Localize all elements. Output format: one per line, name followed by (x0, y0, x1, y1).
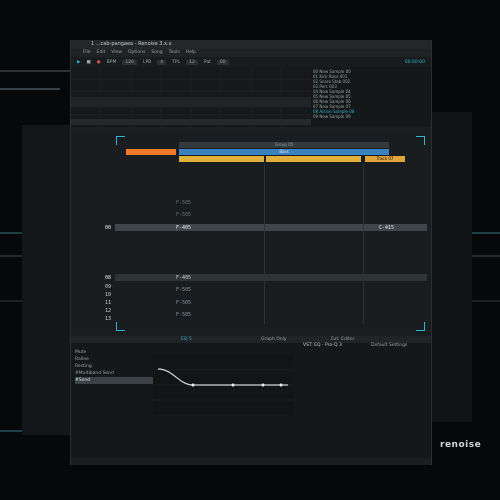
row-number: 12 (105, 308, 112, 314)
dsp-tree-item[interactable]: #Multiband Send (75, 370, 155, 377)
row-number: 13 (105, 316, 112, 322)
tpl-label: TPL (172, 59, 181, 65)
row-number: 10 (105, 292, 112, 298)
stop-icon[interactable]: ■ (86, 60, 90, 65)
track-divider (363, 164, 364, 324)
note-cell[interactable]: F-405 (176, 225, 191, 231)
menu-tools[interactable]: Tools (169, 49, 180, 57)
menu-bar: File Edit View Options Song Tools Help (71, 49, 431, 57)
frame-corner (116, 136, 125, 145)
bpm-label: BPM (106, 59, 117, 65)
right-panel (432, 112, 472, 422)
dsp-panel: Mute Rallee Resting #Multiband Send #Sen… (71, 343, 431, 458)
play-icon[interactable]: ▶ (77, 60, 80, 65)
row-number: 09 (105, 284, 112, 290)
external-editor-button[interactable]: Ext. Editor (331, 337, 354, 342)
note-cell[interactable]: F-405 (176, 275, 191, 281)
menu-options[interactable]: Options (128, 49, 145, 57)
frame-corner (416, 322, 425, 331)
track-header[interactable] (126, 149, 176, 155)
track-name: Bass (279, 149, 289, 154)
graph-mode-select[interactable]: Graph Only (261, 337, 287, 342)
track-header[interactable]: Bass (179, 149, 389, 155)
matrix-grid (71, 67, 311, 127)
sample-list: 00 New Sample 00 01 Kick Rose 001 02 Sna… (311, 67, 431, 127)
preset-select[interactable]: Default Settings (371, 343, 407, 348)
track-dsp-list: Mute Rallee Resting #Multiband Send #Sen… (71, 349, 155, 449)
menu-file[interactable]: File (83, 49, 91, 57)
lpb-field[interactable]: 4 (157, 59, 167, 65)
track-name: Track 07 (376, 156, 394, 161)
transport-toolbar: ▶ ■ ● BPM 120 LPB 4 TPL 12 Pat 00 00:00:… (71, 57, 431, 67)
bg-streak (0, 88, 60, 90)
frame-corner (116, 322, 125, 331)
row-number: 00 (105, 225, 112, 231)
note-cell[interactable]: C-415 (379, 225, 394, 231)
track-header[interactable] (266, 156, 361, 162)
tpl-field[interactable]: 12 (186, 59, 198, 65)
menu-view[interactable]: View (111, 49, 122, 57)
dsp-tree-item[interactable]: #Send (75, 377, 155, 384)
pattern-matrix[interactable] (71, 67, 311, 127)
sample-item[interactable]: 09 New Sample 09 (313, 114, 429, 119)
dsp-device-label: EQ 5 (181, 337, 192, 342)
row-number: 11 (105, 300, 112, 306)
pattern-label: Pat (203, 59, 211, 65)
note-cell[interactable]: F-505 (176, 312, 191, 318)
renoise-logo: renoise (440, 440, 482, 450)
group-header[interactable]: Group 05 (179, 142, 389, 148)
note-cell[interactable]: F-505 (176, 287, 191, 293)
dsp-tree-item[interactable]: Resting (75, 363, 155, 370)
record-icon[interactable]: ● (97, 60, 101, 65)
dsp-tree-item[interactable]: Mute (75, 349, 155, 356)
frame-corner (416, 136, 425, 145)
plugin-label: VST: EQ - Pro-Q 3 (303, 343, 342, 348)
row-number: 08 (105, 275, 112, 281)
note-cell[interactable]: F-505 (176, 200, 191, 206)
track-header[interactable] (179, 156, 264, 162)
dsp-tree-item[interactable]: Rallee (75, 356, 155, 363)
top-area: 00 New Sample 00 01 Kick Rose 001 02 Sna… (71, 67, 431, 127)
track-divider (264, 164, 265, 324)
window-title: 1 ...cab-pangaea - Renoise 3.x.x (71, 40, 431, 49)
bg-streak (0, 70, 70, 72)
pattern-editor[interactable]: Group 05 Bass Track 07 00 08 09 10 11 12… (71, 134, 431, 334)
eq-curve[interactable] (153, 355, 293, 415)
bpm-field[interactable]: 120 (122, 59, 137, 65)
menu-song[interactable]: Song (151, 49, 162, 57)
lpb-label: LPB (142, 59, 152, 65)
note-cell[interactable]: F-505 (176, 300, 191, 306)
pattern-field[interactable]: 00 (216, 59, 229, 65)
track-header[interactable]: Track 07 (365, 156, 405, 162)
menu-edit[interactable]: Edit (97, 49, 106, 57)
beat-row (115, 274, 427, 281)
note-cell[interactable]: F-505 (176, 212, 191, 218)
group-label: Group 05 (274, 142, 294, 147)
time-display: 00:00:00 (404, 59, 425, 65)
menu-help[interactable]: Help (186, 49, 196, 57)
renoise-window: 1 ...cab-pangaea - Renoise 3.x.x File Ed… (70, 40, 432, 465)
